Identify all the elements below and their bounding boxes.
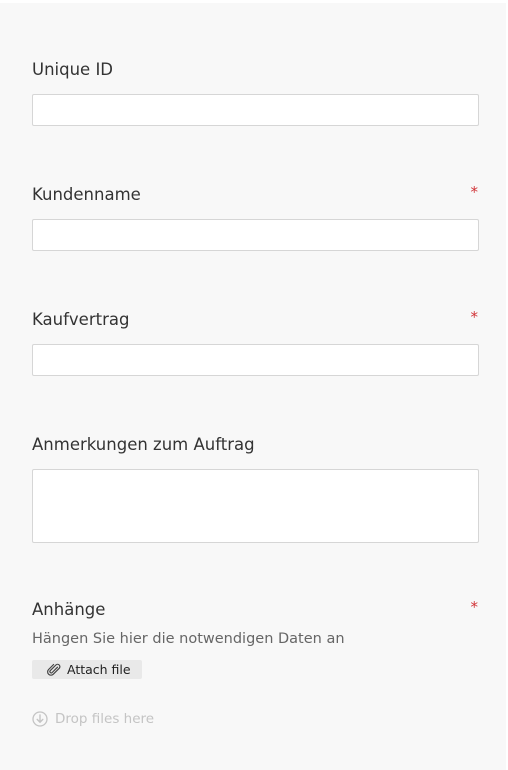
drop-zone[interactable]: Drop files here bbox=[32, 711, 154, 727]
anhaenge-label: Anhänge bbox=[32, 600, 106, 619]
kaufvertrag-label: Kaufvertrag bbox=[32, 310, 130, 329]
download-circle-icon bbox=[32, 711, 48, 727]
required-marker: * bbox=[470, 598, 479, 616]
paperclip-icon bbox=[47, 663, 61, 677]
kaufvertrag-input[interactable] bbox=[32, 344, 479, 376]
attach-file-label: Attach file bbox=[67, 662, 131, 677]
kundenname-label: Kundenname bbox=[32, 185, 141, 204]
anhaenge-hint: Hängen Sie hier die notwendigen Daten an bbox=[32, 631, 345, 647]
anmerkungen-textarea[interactable] bbox=[32, 469, 479, 543]
form-panel: Unique ID Kundenname * Kaufvertrag * Anm… bbox=[0, 3, 506, 770]
unique-id-input[interactable] bbox=[32, 94, 479, 126]
required-marker: * bbox=[470, 308, 479, 326]
required-marker: * bbox=[470, 183, 479, 201]
unique-id-label: Unique ID bbox=[32, 60, 114, 79]
attach-file-button[interactable]: Attach file bbox=[32, 660, 142, 679]
drop-files-label: Drop files here bbox=[55, 711, 155, 727]
kundenname-input[interactable] bbox=[32, 219, 479, 251]
anmerkungen-label: Anmerkungen zum Auftrag bbox=[32, 435, 255, 454]
